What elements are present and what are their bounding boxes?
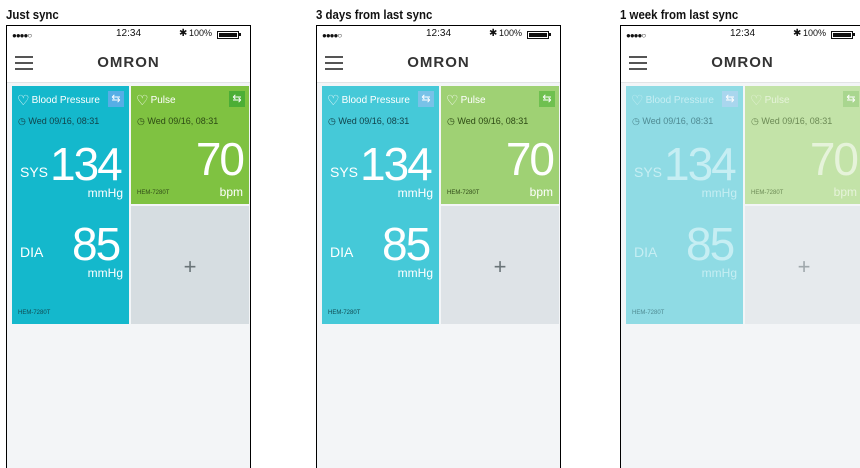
measurement-date: ◷ Wed 09/16, 08:31 [137, 116, 219, 126]
panel-caption: 1 week from last sync [620, 7, 739, 22]
battery-icon [527, 31, 549, 39]
bluetooth-icon: ✱ [179, 28, 188, 39]
measurement-date: ◷ Wed 09/16, 08:31 [328, 116, 410, 126]
plus-icon: + [183, 254, 197, 279]
device-model: HEM-7280T [137, 190, 170, 196]
panel-just-sync: Just sync ●●●●○ 12:34 ✱ 100% OMRON ♡ Bloo… [6, 0, 251, 468]
add-tile-button[interactable]: + [745, 206, 860, 324]
battery-percent: 100% [499, 28, 523, 38]
sync-icon[interactable]: ⇆ [843, 91, 859, 107]
dia-value: 85 [72, 218, 121, 270]
brand-logo: OMRON [711, 54, 774, 71]
plus-icon: + [493, 254, 507, 279]
dia-unit: mmHg [701, 266, 737, 280]
status-bar: ●●●●○ 12:34 ✱ 100% [621, 26, 860, 42]
sys-label: SYS [330, 164, 359, 180]
phone-screen: ●●●●○ 12:34 ✱ 100% OMRON ♡ Blood Pressure… [316, 25, 561, 468]
status-bar: ●●●●○ 12:34 ✱ 100% [317, 26, 560, 42]
dia-label: DIA [20, 244, 44, 260]
tile-title: ♡ Blood Pressure [631, 92, 714, 108]
dia-unit: mmHg [397, 266, 433, 280]
status-bar: ●●●●○ 12:34 ✱ 100% [7, 26, 250, 42]
pulse-value: 70 [809, 133, 859, 185]
sync-icon[interactable]: ⇆ [539, 91, 555, 107]
device-model: HEM-7280T [18, 310, 51, 316]
device-model: HEM-7280T [447, 190, 480, 196]
heart-icon: ♡ [631, 92, 644, 108]
sys-value: 134 [50, 138, 123, 190]
pulse-value: 70 [505, 133, 555, 185]
battery-icon [831, 31, 853, 39]
pulse-tile[interactable]: ♡ Pulse ⇆ ◷ Wed 09/16, 08:31 70 bpm HEM-7… [131, 86, 249, 204]
measurement-date: ◷ Wed 09/16, 08:31 [18, 116, 100, 126]
panel-1-week: 1 week from last sync ●●●●○ 12:34 ✱ 100%… [620, 0, 860, 468]
measurement-date: ◷ Wed 09/16, 08:31 [632, 116, 714, 126]
measurement-date: ◷ Wed 09/16, 08:31 [751, 116, 833, 126]
dia-unit: mmHg [87, 266, 123, 280]
pulse-unit: bpm [219, 185, 243, 199]
pulse-unit: bpm [833, 185, 857, 199]
tile-title: ♡ Pulse [136, 92, 176, 108]
plus-icon: + [797, 254, 811, 279]
device-model: HEM-7280T [328, 310, 361, 316]
phone-screen: ●●●●○ 12:34 ✱ 100% OMRON ♡ Blood Pressure… [620, 25, 860, 468]
app-header: OMRON [621, 42, 860, 83]
heart-icon: ♡ [17, 92, 30, 108]
sys-label: SYS [634, 164, 663, 180]
heart-icon: ♡ [750, 92, 763, 108]
sys-label: SYS [20, 164, 49, 180]
sys-unit: mmHg [701, 186, 737, 200]
add-tile-button[interactable]: + [131, 206, 249, 324]
pulse-value: 70 [195, 133, 245, 185]
sync-icon[interactable]: ⇆ [229, 91, 245, 107]
panel-caption: 3 days from last sync [316, 7, 433, 22]
app-header: OMRON [317, 42, 560, 83]
pulse-unit: bpm [529, 185, 553, 199]
dia-label: DIA [634, 244, 658, 260]
blood-pressure-tile[interactable]: ♡ Blood Pressure ⇆ ◷ Wed 09/16, 08:31 SYS… [322, 86, 439, 324]
pulse-tile[interactable]: ♡ Pulse ⇆ ◷ Wed 09/16, 08:31 70 bpm HEM-7… [745, 86, 860, 204]
device-model: HEM-7280T [632, 310, 665, 316]
sys-value: 134 [360, 138, 433, 190]
sys-value: 134 [664, 138, 737, 190]
heart-icon: ♡ [327, 92, 340, 108]
sync-icon[interactable]: ⇆ [418, 91, 434, 107]
app-header: OMRON [7, 42, 250, 83]
battery-percent: 100% [803, 28, 827, 38]
blood-pressure-tile[interactable]: ♡ Blood Pressure ⇆ ◷ Wed 09/16, 08:31 SYS… [626, 86, 743, 324]
tile-title: ♡ Pulse [750, 92, 790, 108]
sys-unit: mmHg [87, 186, 123, 200]
blood-pressure-tile[interactable]: ♡ Blood Pressure ⇆ ◷ Wed 09/16, 08:31 SYS… [12, 86, 129, 324]
brand-logo: OMRON [407, 54, 470, 71]
bluetooth-icon: ✱ [489, 28, 498, 39]
heart-icon: ♡ [136, 92, 149, 108]
sync-icon[interactable]: ⇆ [108, 91, 124, 107]
sync-icon[interactable]: ⇆ [722, 91, 738, 107]
pulse-tile[interactable]: ♡ Pulse ⇆ ◷ Wed 09/16, 08:31 70 bpm HEM-7… [441, 86, 559, 204]
sys-unit: mmHg [397, 186, 433, 200]
device-model: HEM-7280T [751, 190, 784, 196]
brand-logo: OMRON [97, 54, 160, 71]
status-time: 12:34 [115, 28, 142, 39]
tile-title: ♡ Blood Pressure [327, 92, 410, 108]
heart-icon: ♡ [446, 92, 459, 108]
bluetooth-icon: ✱ [793, 28, 802, 39]
battery-percent: 100% [189, 28, 213, 38]
dia-value: 85 [686, 218, 735, 270]
dia-label: DIA [330, 244, 354, 260]
tile-title: ♡ Pulse [446, 92, 486, 108]
status-time: 12:34 [425, 28, 452, 39]
panel-3-days: 3 days from last sync ●●●●○ 12:34 ✱ 100%… [316, 0, 561, 468]
add-tile-button[interactable]: + [441, 206, 559, 324]
tile-title: ♡ Blood Pressure [17, 92, 100, 108]
battery-icon [217, 31, 239, 39]
phone-screen: ●●●●○ 12:34 ✱ 100% OMRON ♡ Blood Pressure… [6, 25, 251, 468]
panel-caption: Just sync [6, 7, 59, 22]
dia-value: 85 [382, 218, 431, 270]
measurement-date: ◷ Wed 09/16, 08:31 [447, 116, 529, 126]
